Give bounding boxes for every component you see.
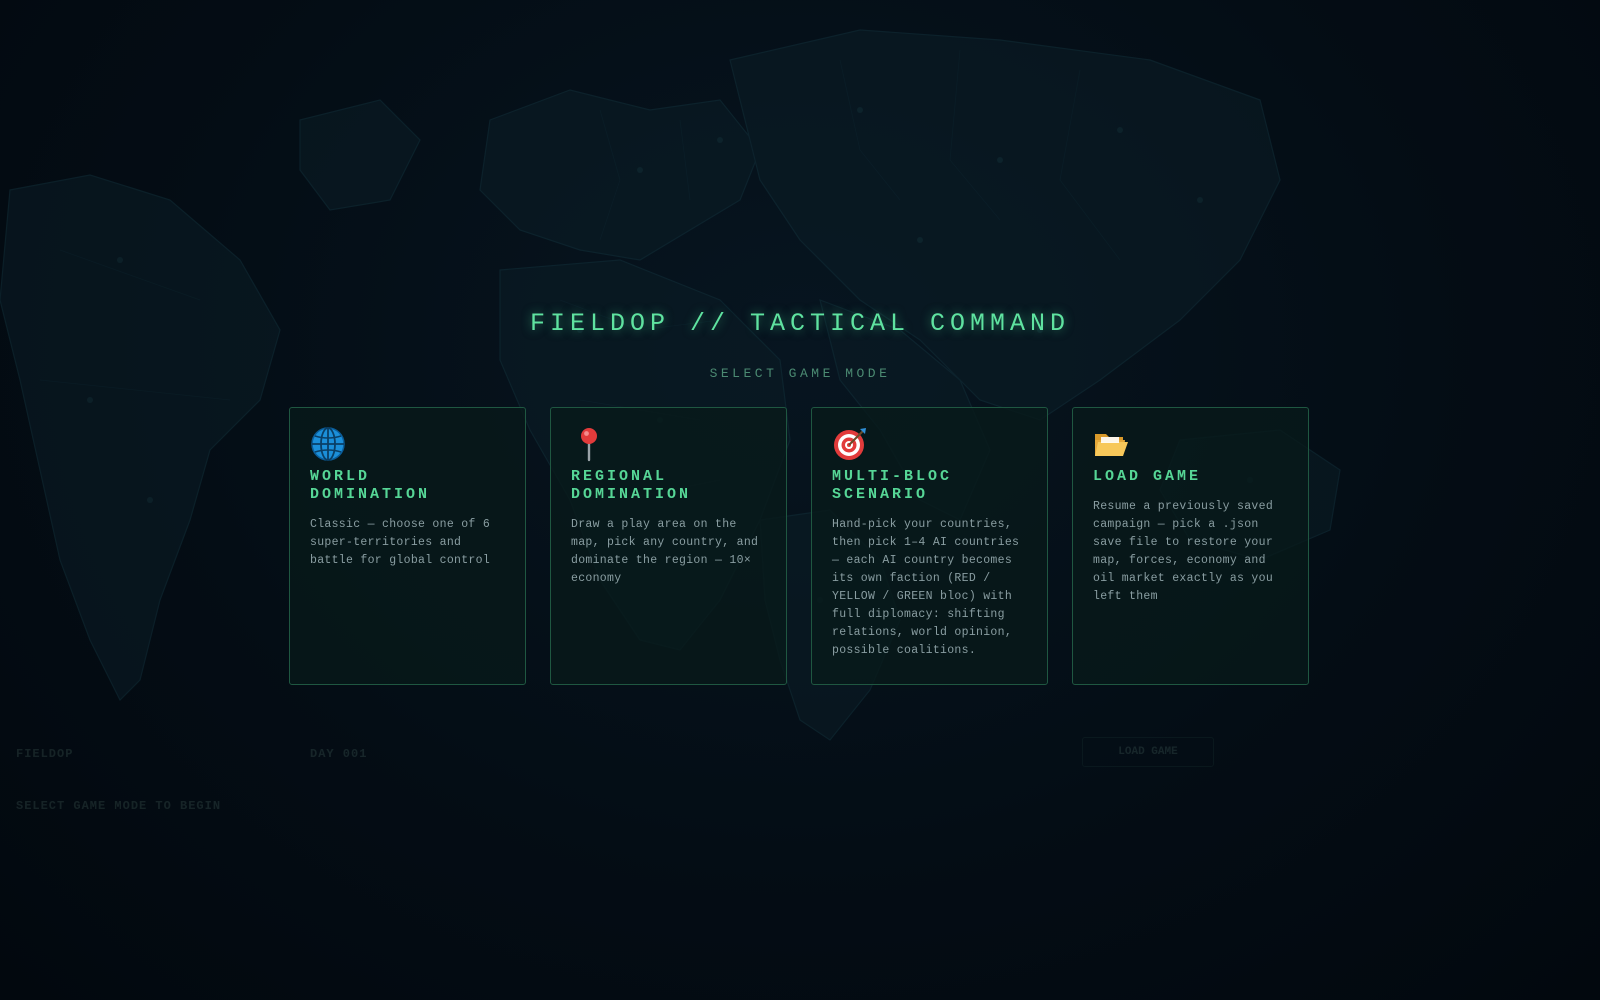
hud-status-text: SELECT GAME MODE TO BEGIN xyxy=(16,799,222,813)
mode-card-title: WORLD DOMINATION xyxy=(310,468,505,504)
mode-card-title: MULTI-BLOC SCENARIO xyxy=(832,468,1027,504)
mode-card-title: LOAD GAME xyxy=(1093,468,1288,486)
mode-card-world-domination[interactable]: WORLD DOMINATION Classic — choose one of… xyxy=(289,407,526,685)
mode-card-title-line: MULTI-BLOC xyxy=(832,468,953,485)
mode-card-title: REGIONAL DOMINATION xyxy=(571,468,766,504)
mode-card-title-line: DOMINATION xyxy=(310,486,431,503)
background-hud: FIELDOP DAY 001 LOAD GAME SELECT GAME MO… xyxy=(0,735,1600,825)
game-screen: FIELDOP DAY 001 LOAD GAME SELECT GAME MO… xyxy=(0,0,1600,1000)
hud-load-game-label: LOAD GAME xyxy=(1118,746,1178,758)
game-title: FIELDOP // TACTICAL COMMAND xyxy=(529,309,1071,338)
mode-card-description: Draw a play area on the map, pick any co… xyxy=(571,518,759,585)
mode-card-title-line: LOAD GAME xyxy=(1093,468,1202,485)
mode-card-description: Hand-pick your countries, then pick 1–4 … xyxy=(832,518,1020,657)
hud-load-game-button[interactable]: LOAD GAME xyxy=(1082,737,1214,767)
mode-card-title-line: SCENARIO xyxy=(832,486,929,503)
globe-icon xyxy=(311,427,345,461)
mode-card-description: Resume a previously saved campaign — pic… xyxy=(1093,500,1274,603)
folder-open-icon xyxy=(1095,434,1128,456)
hud-day-counter: DAY 001 xyxy=(310,747,368,761)
hud-brand: FIELDOP xyxy=(16,747,74,761)
mode-card-regional-domination[interactable]: REGIONAL DOMINATION Draw a play area on … xyxy=(550,407,787,685)
mode-card-description: Classic — choose one of 6 super-territor… xyxy=(310,518,491,567)
game-mode-subtitle: SELECT GAME MODE xyxy=(709,366,891,381)
target-icon xyxy=(834,428,866,460)
mode-card-title-line: WORLD xyxy=(310,468,371,485)
game-mode-cards: WORLD DOMINATION Classic — choose one of… xyxy=(289,407,1311,687)
mode-card-title-line: REGIONAL xyxy=(571,468,668,485)
mode-card-load-game[interactable]: LOAD GAME Resume a previously saved camp… xyxy=(1072,407,1309,685)
map-pin-icon xyxy=(581,428,597,462)
mode-card-multi-bloc-scenario[interactable]: MULTI-BLOC SCENARIO Hand-pick your count… xyxy=(811,407,1048,685)
mode-card-title-line: DOMINATION xyxy=(571,486,692,503)
